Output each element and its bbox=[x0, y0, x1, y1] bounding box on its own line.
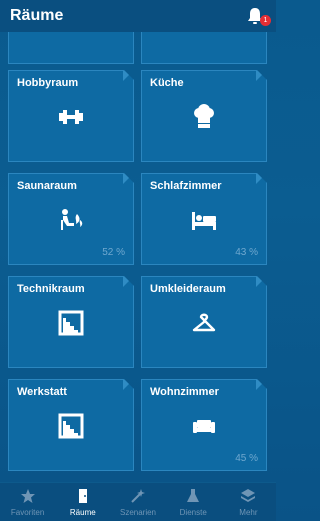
notification-badge: 1 bbox=[260, 15, 271, 26]
chef-hat-icon bbox=[190, 103, 218, 131]
layers-icon bbox=[241, 489, 256, 502]
hanger-icon bbox=[190, 309, 218, 337]
page-title: Räume bbox=[10, 7, 64, 24]
room-name: Küche bbox=[150, 77, 184, 89]
room-tile-technikraum[interactable]: Technikraum bbox=[8, 276, 134, 368]
magic-wand-icon bbox=[131, 489, 145, 503]
room-tile-schlafzimmer[interactable]: Schlafzimmer 43 % bbox=[141, 173, 267, 265]
room-tile[interactable] bbox=[141, 32, 267, 64]
door-icon bbox=[78, 489, 87, 503]
room-name: Wohnzimmer bbox=[150, 386, 219, 398]
room-name: Schlafzimmer bbox=[150, 180, 222, 192]
nav-item-mehr[interactable]: Mehr bbox=[221, 483, 276, 521]
bed-icon bbox=[190, 206, 218, 234]
room-tile-saunaraum[interactable]: Saunaraum 52 % bbox=[8, 173, 134, 265]
rooms-grid: Hobbyraum Küche Saunaraum 52 % Schlafzim… bbox=[0, 32, 276, 482]
nav-item-raeume[interactable]: Räume bbox=[55, 483, 110, 521]
room-tile[interactable] bbox=[8, 32, 134, 64]
room-name: Technikraum bbox=[17, 283, 85, 295]
nav-label: Dienste bbox=[179, 508, 207, 517]
room-plan-icon bbox=[57, 412, 85, 440]
star-icon bbox=[20, 489, 35, 503]
bottom-navigation: Favoriten Räume Szenarien Dienste Mehr bbox=[0, 482, 276, 521]
app-header: Räume 1 bbox=[0, 0, 276, 32]
sauna-icon bbox=[57, 206, 85, 234]
nav-label: Räume bbox=[69, 508, 96, 517]
dumbbell-icon bbox=[57, 103, 85, 131]
nav-label: Favoriten bbox=[10, 508, 45, 517]
nav-label: Mehr bbox=[239, 508, 258, 517]
room-name: Saunaraum bbox=[17, 180, 77, 192]
room-name: Umkleideraum bbox=[150, 283, 226, 295]
room-plan-icon bbox=[57, 309, 85, 337]
nav-item-favoriten[interactable]: Favoriten bbox=[0, 483, 55, 521]
sofa-icon bbox=[190, 412, 218, 440]
room-name: Werkstatt bbox=[17, 386, 67, 398]
nav-item-szenarien[interactable]: Szenarien bbox=[110, 483, 165, 521]
room-name: Hobbyraum bbox=[17, 77, 79, 89]
nav-label: Szenarien bbox=[119, 508, 157, 517]
room-tile-hobbyraum[interactable]: Hobbyraum bbox=[8, 70, 134, 162]
room-tile-werkstatt[interactable]: Werkstatt bbox=[8, 379, 134, 471]
room-percentage: 45 % bbox=[235, 453, 258, 464]
flask-icon bbox=[187, 489, 200, 502]
room-percentage: 43 % bbox=[235, 247, 258, 258]
room-percentage: 52 % bbox=[102, 247, 125, 258]
room-tile-kueche[interactable]: Küche bbox=[141, 70, 267, 162]
room-tile-wohnzimmer[interactable]: Wohnzimmer 45 % bbox=[141, 379, 267, 471]
room-tile-umkleideraum[interactable]: Umkleideraum bbox=[141, 276, 267, 368]
nav-item-dienste[interactable]: Dienste bbox=[166, 483, 221, 521]
